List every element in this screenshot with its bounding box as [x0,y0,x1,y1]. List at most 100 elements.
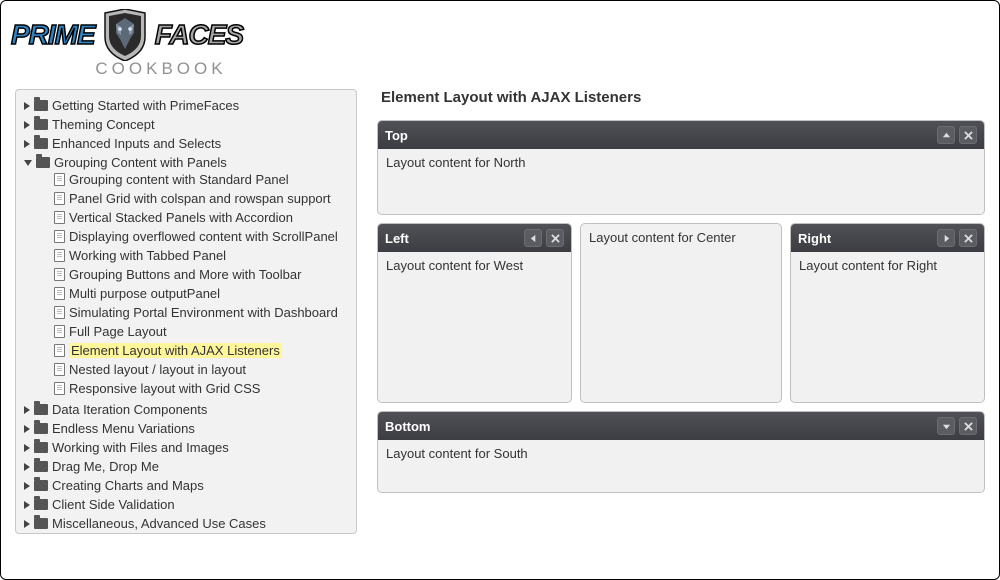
panel-title-east: Right [798,231,831,246]
folder-icon [34,119,48,130]
chevron-right-icon[interactable] [24,121,30,129]
folder-icon [34,100,48,111]
layout-east-panel: Right Layout content for Right [790,223,985,403]
tree-folder[interactable]: Theming Concept [24,117,350,132]
document-icon [54,211,65,224]
layout-center-panel: Layout content for Center [580,223,782,403]
folder-icon [34,423,48,434]
tree-leaf-label: Responsive layout with Grid CSS [69,381,260,396]
collapse-up-icon[interactable] [937,126,955,144]
tree-folder-label: Client Side Validation [52,497,175,512]
logo: PRIME FACES [11,9,989,61]
chevron-right-icon[interactable] [24,501,30,509]
panther-shield-icon [103,9,147,61]
document-icon [54,306,65,319]
close-icon[interactable] [959,229,977,247]
panel-title-west: Left [385,231,409,246]
tree-folder-label: Getting Started with PrimeFaces [52,98,239,113]
folder-icon [34,518,48,529]
chevron-right-icon[interactable] [24,520,30,528]
main-content: Element Layout with AJAX Listeners Top L… [377,89,985,534]
page-title: Element Layout with AJAX Listeners [381,89,985,106]
document-icon [54,363,65,376]
collapse-left-icon[interactable] [524,229,542,247]
tree-leaf[interactable]: Nested layout / layout in layout [54,362,348,377]
tree-folder[interactable]: Getting Started with PrimeFaces [24,98,350,113]
folder-icon [34,461,48,472]
logo-text-prime: PRIME [11,19,95,51]
chevron-right-icon[interactable] [24,406,30,414]
document-icon [54,173,65,186]
panel-title-north: Top [385,128,408,143]
document-icon [54,325,65,338]
document-icon [54,344,65,357]
layout-north-panel: Top Layout content for North [377,120,985,215]
tree-leaf[interactable]: Displaying overflowed content with Scrol… [54,229,348,244]
tree-leaf-label: Multi purpose outputPanel [69,286,220,301]
folder-icon [34,480,48,491]
tree-leaf-label: Element Layout with AJAX Listeners [69,343,282,358]
tree-leaf-label: Vertical Stacked Panels with Accordion [69,210,293,225]
tree-leaf[interactable]: Vertical Stacked Panels with Accordion [54,210,348,225]
tree-folder-label: Grouping Content with Panels [54,155,227,170]
chevron-right-icon[interactable] [24,102,30,110]
tree-folder-label: Drag Me, Drop Me [52,459,159,474]
close-icon[interactable] [959,126,977,144]
tree-folder-label: Creating Charts and Maps [52,478,204,493]
tree-root: Getting Started with PrimeFaces Theming C… [20,96,352,533]
tree-folder[interactable]: Miscellaneous, Advanced Use Cases [24,516,350,531]
document-icon [54,268,65,281]
folder-icon [34,404,48,415]
collapse-right-icon[interactable] [937,229,955,247]
tree-leaf[interactable]: Grouping content with Standard Panel [54,172,348,187]
chevron-right-icon[interactable] [24,463,30,471]
tree-folder[interactable]: Creating Charts and Maps [24,478,350,493]
tree-folder[interactable]: Enhanced Inputs and Selects [24,136,350,151]
panel-header-west: Left [378,224,571,252]
close-icon[interactable] [959,417,977,435]
folder-icon [34,499,48,510]
panel-body-center: Layout content for Center [581,224,781,251]
panel-body-north: Layout content for North [378,149,984,176]
tree-folder[interactable]: Client Side Validation [24,497,350,512]
document-icon [54,382,65,395]
tree-leaf-label: Displaying overflowed content with Scrol… [69,229,338,244]
tree-leaf-label: Panel Grid with colspan and rowspan supp… [69,191,331,206]
tree-folder[interactable]: Data Iteration Components [24,402,350,417]
collapse-down-icon[interactable] [937,417,955,435]
tree-folder-label: Theming Concept [52,117,155,132]
tree-leaf-label: Grouping content with Standard Panel [69,172,289,187]
nav-tree[interactable]: Getting Started with PrimeFaces Theming C… [15,89,357,534]
layout-demo: Top Layout content for North Left [377,120,985,493]
header: PRIME FACES COOKBOOK [1,1,999,79]
tree-leaf-label: Grouping Buttons and More with Toolbar [69,267,301,282]
close-icon[interactable] [546,229,564,247]
chevron-down-icon[interactable] [24,160,32,166]
tree-folder[interactable]: Grouping Content with Panels [24,155,350,170]
tree-leaf[interactable]: Grouping Buttons and More with Toolbar [54,267,348,282]
chevron-right-icon[interactable] [24,444,30,452]
tree-folder[interactable]: Drag Me, Drop Me [24,459,350,474]
panel-body-west: Layout content for West [378,252,571,279]
document-icon [54,287,65,300]
chevron-right-icon[interactable] [24,140,30,148]
tree-leaf[interactable]: Panel Grid with colspan and rowspan supp… [54,191,348,206]
chevron-right-icon[interactable] [24,482,30,490]
tree-folder[interactable]: Working with Files and Images [24,440,350,455]
folder-icon [36,157,50,168]
panel-body-east: Layout content for Right [791,252,984,279]
tree-leaf[interactable]: Responsive layout with Grid CSS [54,381,348,396]
tree-leaf[interactable]: Full Page Layout [54,324,348,339]
tree-leaf[interactable]: Simulating Portal Environment with Dashb… [54,305,348,320]
chevron-right-icon[interactable] [24,425,30,433]
tree-folder-label: Data Iteration Components [52,402,207,417]
tree-leaf-label: Simulating Portal Environment with Dashb… [69,305,338,320]
document-icon [54,230,65,243]
tree-leaf[interactable]: Element Layout with AJAX Listeners [54,343,348,358]
layout-south-panel: Bottom Layout content for South [377,411,985,493]
tree-leaf[interactable]: Multi purpose outputPanel [54,286,348,301]
tree-folder[interactable]: Endless Menu Variations [24,421,350,436]
tree-folder-label: Enhanced Inputs and Selects [52,136,221,151]
tree-leaf[interactable]: Working with Tabbed Panel [54,248,348,263]
tree-folder-label: Working with Files and Images [52,440,229,455]
